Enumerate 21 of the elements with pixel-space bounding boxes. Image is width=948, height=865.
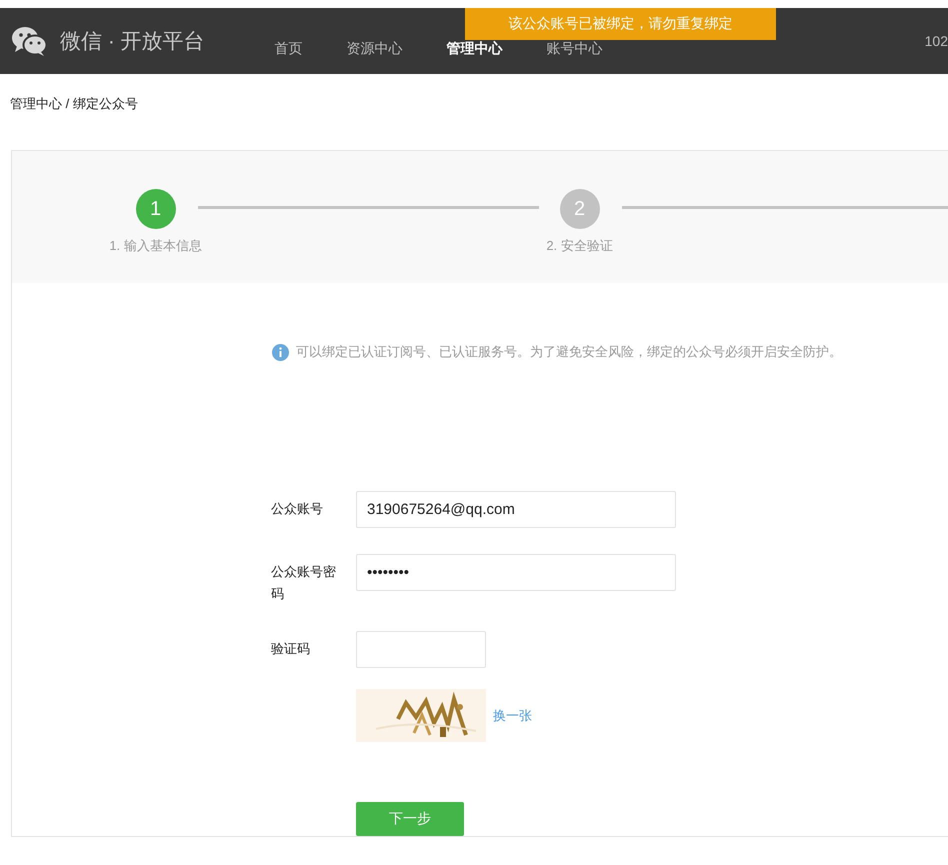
user-id[interactable]: 102 [924,33,948,49]
input-field[interactable]: •••••••• [356,554,676,591]
info-icon [272,344,289,360]
platform-title: 微信 · 开放平台 [60,29,205,55]
nav-link[interactable]: 管理中心 [424,38,525,58]
step-label: 1. 输入基本信息 [109,237,202,255]
field-label: 验证码 [271,640,311,658]
nav-link[interactable]: 首页 [252,38,325,58]
step-number: 1 [136,189,176,229]
chat-bubbles-icon [12,26,47,56]
nav-link[interactable]: 账号中心 [524,38,625,58]
field-label: 公众账号 [271,500,324,518]
error-toast: 该公众账号已被绑定，请勿重复绑定 [465,8,776,40]
step-number: 2 [560,189,600,229]
input-field[interactable]: 3190675264@qq.com [356,491,676,528]
input-field[interactable] [356,631,486,668]
field-label: 公众账号密码 [271,563,337,603]
step-label: 2. 安全验证 [546,237,613,255]
notice-text: 可以绑定已认证订阅号、已认证服务号。为了避免安全风险，绑定的公众号必须开启安全防护。 [296,343,842,361]
breadcrumb: 管理中心 / 绑定公众号 [9,95,139,113]
nav-link[interactable]: 资源中心 [324,38,425,58]
